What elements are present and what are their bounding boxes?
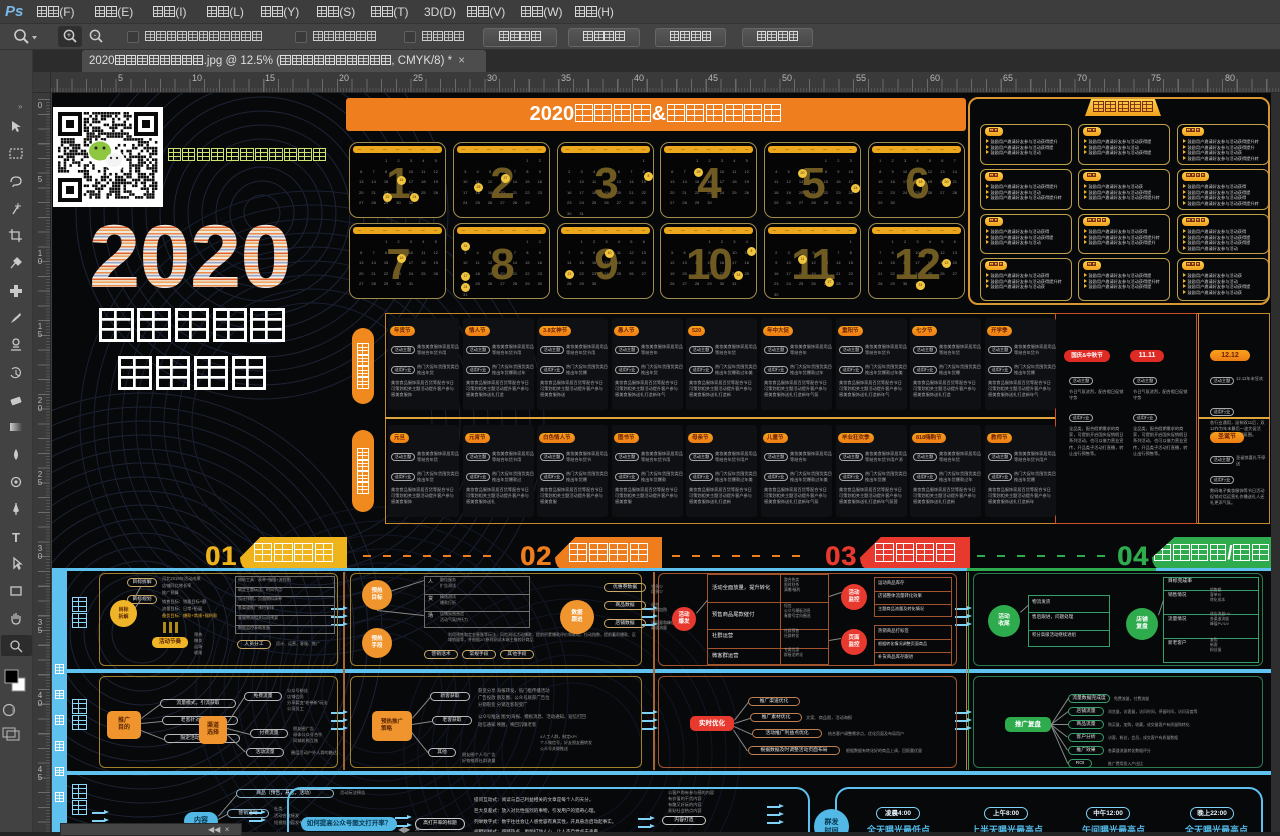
svg-text:+: + — [67, 30, 72, 39]
svg-text:-: - — [94, 30, 97, 39]
svg-text:T: T — [12, 530, 20, 545]
